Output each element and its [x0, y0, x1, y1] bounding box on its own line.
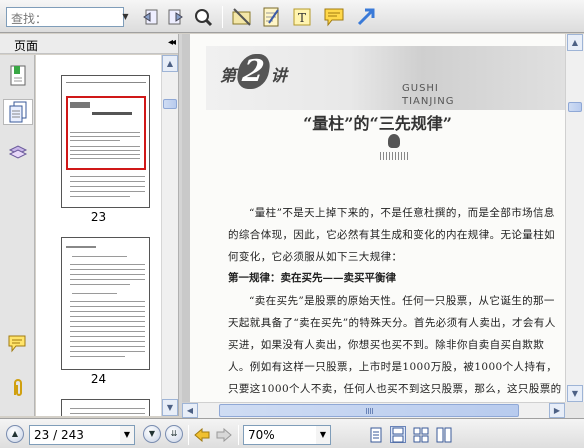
continuous-facing-icon[interactable]: [436, 426, 452, 443]
last-page-button[interactable]: ⇊: [165, 425, 183, 443]
chapter-prefix: 第: [220, 66, 237, 85]
page-number-value: 23 / 243: [34, 428, 84, 442]
toolbar: 查找： ▼ T: [0, 0, 584, 33]
forward-arrow-icon[interactable]: [216, 426, 232, 443]
panel-header: 页面 ◂◂: [0, 34, 180, 54]
scroll-right-icon[interactable]: ▶: [549, 403, 565, 418]
panel-rail: [0, 55, 35, 416]
zoom-select[interactable]: 70% ▼: [243, 425, 331, 445]
ornament-divider: [380, 152, 408, 160]
page-gutter: [182, 34, 190, 402]
paragraph: “卖在买先”是股票的原始天性。任何一只股票，从它诞生的那一天起就具备了“卖在买先…: [228, 295, 562, 395]
status-separator: [238, 425, 239, 445]
scrollbar-thumb[interactable]: [163, 99, 177, 109]
thumbnail-label: 23: [90, 210, 107, 224]
scroll-down-icon[interactable]: ▼: [567, 385, 583, 402]
document-horizontal-scrollbar[interactable]: ◀ ▶: [182, 402, 565, 418]
pages-icon[interactable]: [3, 99, 33, 125]
panel-title: 页面: [14, 39, 39, 53]
scroll-up-icon[interactable]: ▲: [162, 55, 178, 72]
document-page: 第2讲 GUSHI TIANJING “量柱”的“三先规律” “量柱”不是天上掉…: [190, 34, 565, 402]
page-thumbnail[interactable]: [61, 399, 150, 416]
scroll-left-icon[interactable]: ◀: [182, 403, 198, 418]
chapter-number: 2: [235, 54, 272, 89]
page-dropdown-icon[interactable]: ▼: [120, 426, 134, 444]
collapse-panel-icon[interactable]: ◂◂: [168, 37, 176, 48]
scrollbar-corner: [565, 402, 584, 418]
find-previous-icon[interactable]: [138, 5, 162, 29]
search-dropdown-icon[interactable]: ▼: [119, 8, 132, 26]
paragraph: “量柱”不是天上掉下来的，不是任意杜撰的，而是全部市场信息的综合体现，因此，它必…: [228, 207, 555, 263]
zoom-dropdown-icon[interactable]: ▼: [316, 426, 330, 444]
arrow-tool-icon[interactable]: [354, 5, 378, 29]
back-arrow-icon[interactable]: [194, 426, 210, 443]
facing-pages-icon[interactable]: [413, 426, 429, 443]
comment-tool-icon[interactable]: [322, 5, 346, 29]
scrollbar-thumb[interactable]: [568, 102, 582, 112]
section-heading: 第一规律：卖在买先——卖买平衡律: [228, 272, 396, 284]
thumbnail-scrollbar[interactable]: ▲ ▼: [161, 55, 178, 416]
toolbar-separator: [222, 6, 223, 28]
thumbnail-pane[interactable]: 23 24: [36, 55, 161, 416]
page-title: “量柱”的“三先规律”: [303, 114, 452, 133]
banner-caption-line: TIANJING: [402, 96, 455, 107]
continuous-page-icon[interactable]: [390, 426, 406, 443]
first-page-button[interactable]: ▲: [6, 425, 24, 443]
zoom-value: 70%: [248, 428, 275, 442]
status-separator: [188, 425, 189, 445]
chapter-suffix: 讲: [270, 66, 287, 85]
find-options-icon[interactable]: [191, 5, 215, 29]
text-tool-icon[interactable]: T: [290, 5, 314, 29]
layers-icon[interactable]: [6, 139, 30, 165]
find-next-icon[interactable]: [164, 5, 188, 29]
banner-caption: GUSHI TIANJING: [402, 82, 455, 108]
comments-icon[interactable]: [6, 331, 30, 357]
scrollbar-thumb[interactable]: [219, 404, 519, 417]
svg-text:T: T: [298, 11, 306, 25]
scroll-down-icon[interactable]: ▼: [162, 399, 178, 416]
single-page-icon[interactable]: [368, 426, 384, 443]
status-bar: ▲ 23 / 243 ▼ ▼ ⇊ 70% ▼: [0, 418, 584, 448]
banner-caption-line: GUSHI: [402, 83, 439, 94]
ornament-icon: [388, 134, 400, 148]
chapter-heading: 第2讲: [220, 54, 287, 89]
scroll-up-icon[interactable]: ▲: [567, 34, 583, 51]
page-thumbnail[interactable]: [61, 237, 150, 370]
note-tool-icon[interactable]: [259, 5, 283, 29]
bookmarks-icon[interactable]: [6, 63, 30, 89]
thumbnail-label: 24: [90, 372, 107, 386]
page-thumbnail[interactable]: [61, 75, 150, 208]
attachments-icon[interactable]: [6, 375, 30, 401]
select-tool-icon[interactable]: [230, 5, 254, 29]
document-view[interactable]: 第2讲 GUSHI TIANJING “量柱”的“三先规律” “量柱”不是天上掉…: [182, 34, 565, 402]
document-vertical-scrollbar[interactable]: ▲ ▼: [565, 34, 584, 402]
search-input[interactable]: 查找：: [6, 7, 124, 27]
page-number-field[interactable]: 23 / 243 ▼: [29, 425, 135, 445]
next-page-button[interactable]: ▼: [143, 425, 161, 443]
